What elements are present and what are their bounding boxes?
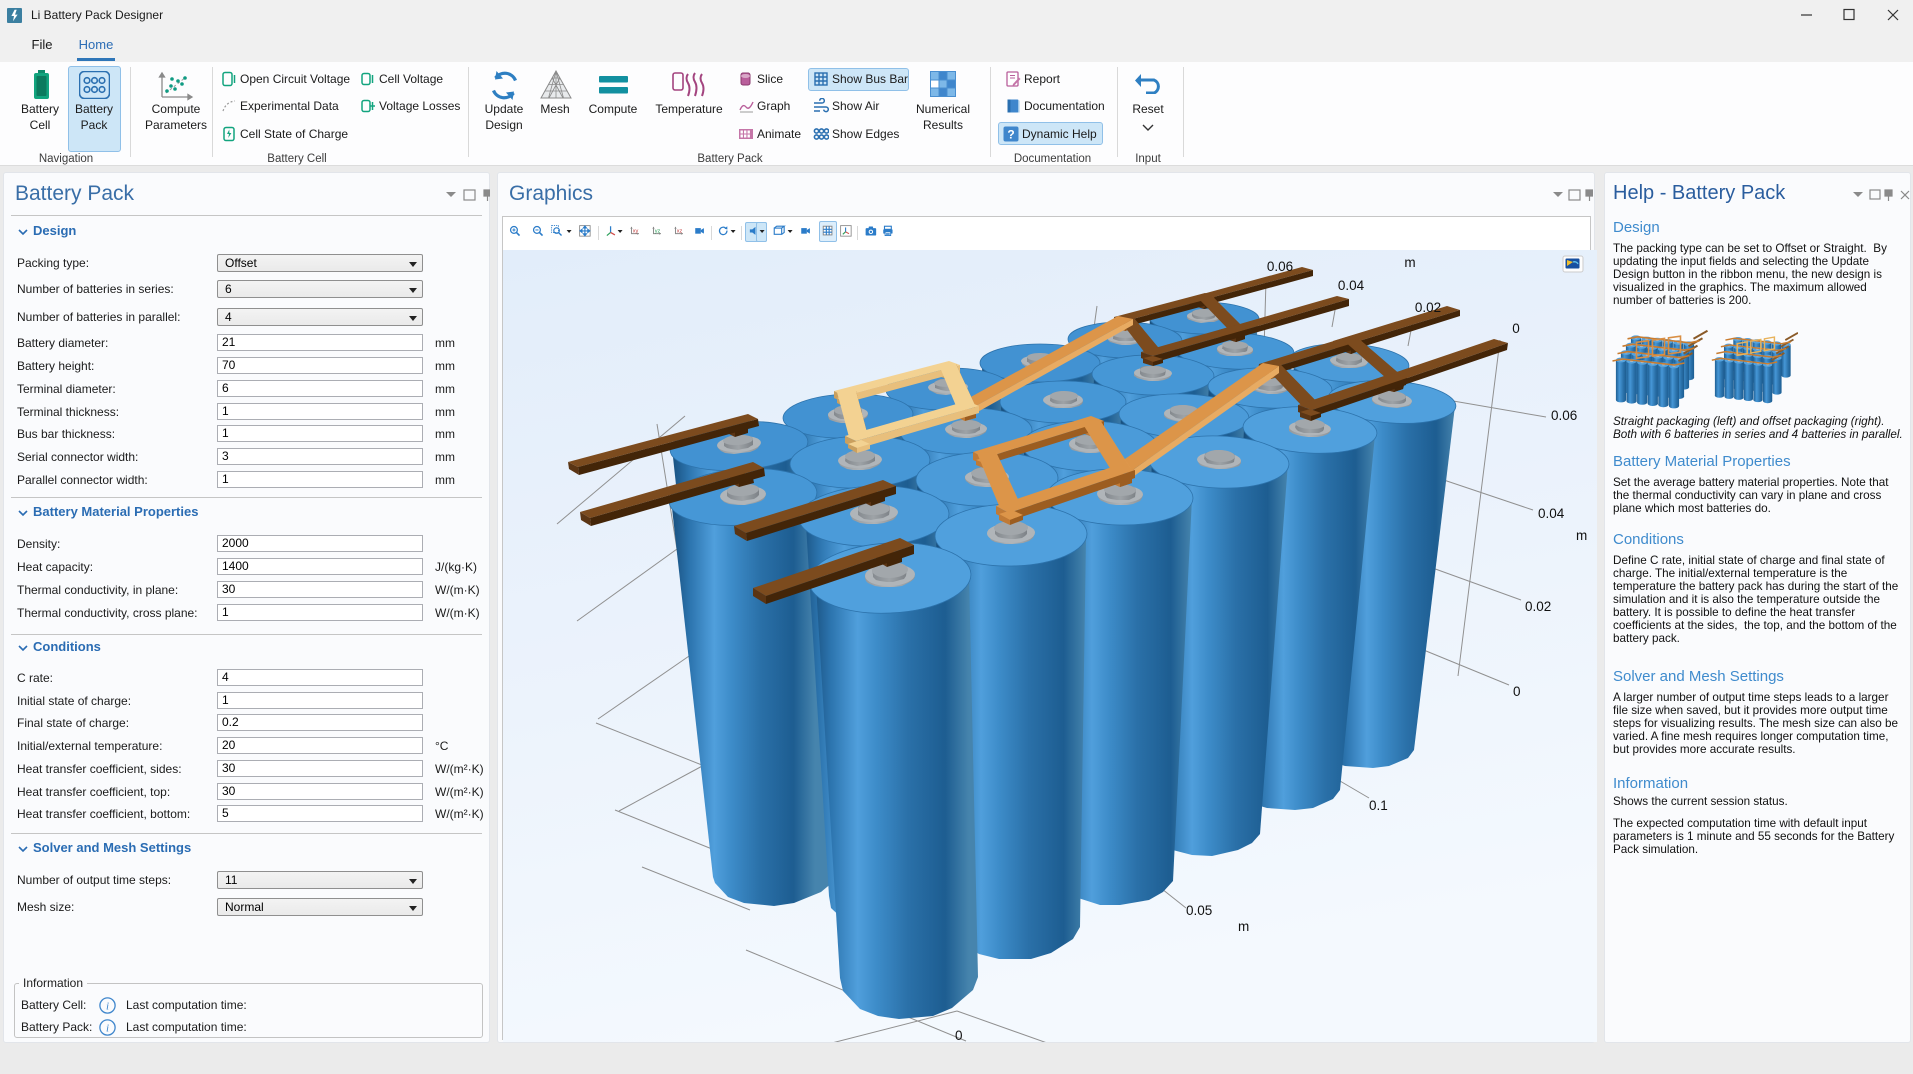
svg-text:i: i [106,1023,109,1035]
svg-text:m: m [1576,528,1587,543]
svg-text:i: i [106,1001,109,1013]
svg-text:0.04: 0.04 [1538,506,1565,521]
svg-text:xy: xy [633,228,639,234]
svg-text:m: m [1238,919,1249,934]
svg-text:0.04: 0.04 [1338,278,1365,293]
svg-text:?: ? [1007,128,1014,142]
svg-text:0.05: 0.05 [1186,903,1212,918]
svg-text:m: m [1404,255,1415,270]
svg-text:0.06: 0.06 [1267,259,1293,274]
svg-text:xz: xz [677,228,683,234]
svg-text:yz: yz [655,228,661,234]
svg-text:0.02: 0.02 [1415,300,1441,315]
svg-text:0: 0 [1513,684,1521,699]
svg-text:0.1: 0.1 [1369,798,1388,813]
svg-text:0: 0 [1512,321,1520,336]
svg-text:0: 0 [955,1028,963,1042]
svg-text:0.02: 0.02 [1525,599,1551,614]
svg-text:0.06: 0.06 [1551,408,1577,423]
